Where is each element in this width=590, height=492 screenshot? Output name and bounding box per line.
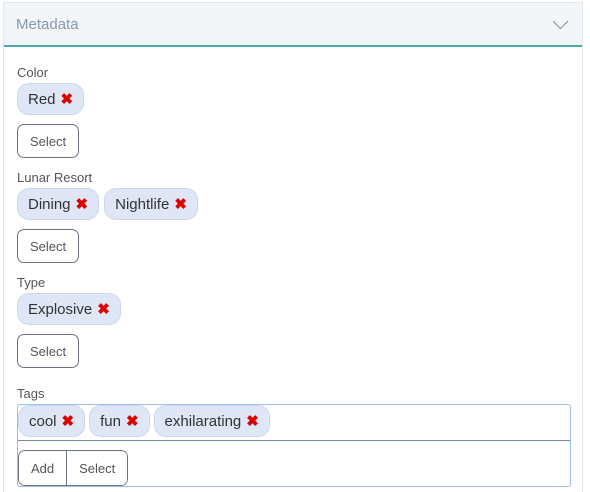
metadata-panel: Metadata Color Red ✖ Select Lunar Resort … [3,2,583,492]
select-button[interactable]: Select [66,451,128,485]
field-tags: Tags cool ✖ fun ✖ exhilarating ✖ Add Select [17,386,582,487]
chip: Explosive ✖ [17,293,121,325]
chip-label: Dining [28,195,71,213]
remove-icon[interactable]: ✖ [174,195,187,213]
chip: exhilarating ✖ [153,405,270,437]
field-label: Type [17,275,46,290]
field-label: Lunar Resort [17,170,93,185]
remove-icon[interactable]: ✖ [126,412,139,430]
chip: cool ✖ [18,405,86,437]
chip-label: fun [100,412,121,430]
chip-label: cool [29,412,57,430]
chip-label: Nightlife [115,195,170,213]
select-button[interactable]: Select [17,229,80,263]
chip-label: Explosive [28,300,93,318]
field-color: Color Red ✖ Select [17,65,582,158]
field-lunar-resort: Lunar Resort Dining ✖ Nightlife ✖ Select [17,170,582,263]
remove-icon[interactable]: ✖ [246,412,259,430]
chevron-down-icon[interactable] [552,13,569,29]
chip: fun ✖ [89,405,150,437]
tags-button-group: Add Select [18,450,129,486]
field-type: Type Explosive ✖ Select [17,275,582,368]
field-label: Color [17,65,49,80]
remove-icon[interactable]: ✖ [97,300,110,318]
remove-icon[interactable]: ✖ [61,90,74,108]
select-button[interactable]: Select [17,334,80,368]
tags-input[interactable]: cool ✖ fun ✖ exhilarating ✖ Add Select [17,404,571,487]
chip: Dining ✖ [17,188,100,220]
chip-label: Red [28,90,56,108]
add-button[interactable]: Add [19,451,67,485]
panel-title: Metadata [16,15,79,33]
chip-label: exhilarating [164,412,242,430]
chip: Nightlife ✖ [104,188,198,220]
panel-header[interactable]: Metadata [4,3,582,47]
remove-icon[interactable]: ✖ [62,412,75,430]
field-label: Tags [17,386,45,401]
select-button[interactable]: Select [17,124,80,158]
chip: Red ✖ [17,83,85,115]
remove-icon[interactable]: ✖ [76,195,89,213]
